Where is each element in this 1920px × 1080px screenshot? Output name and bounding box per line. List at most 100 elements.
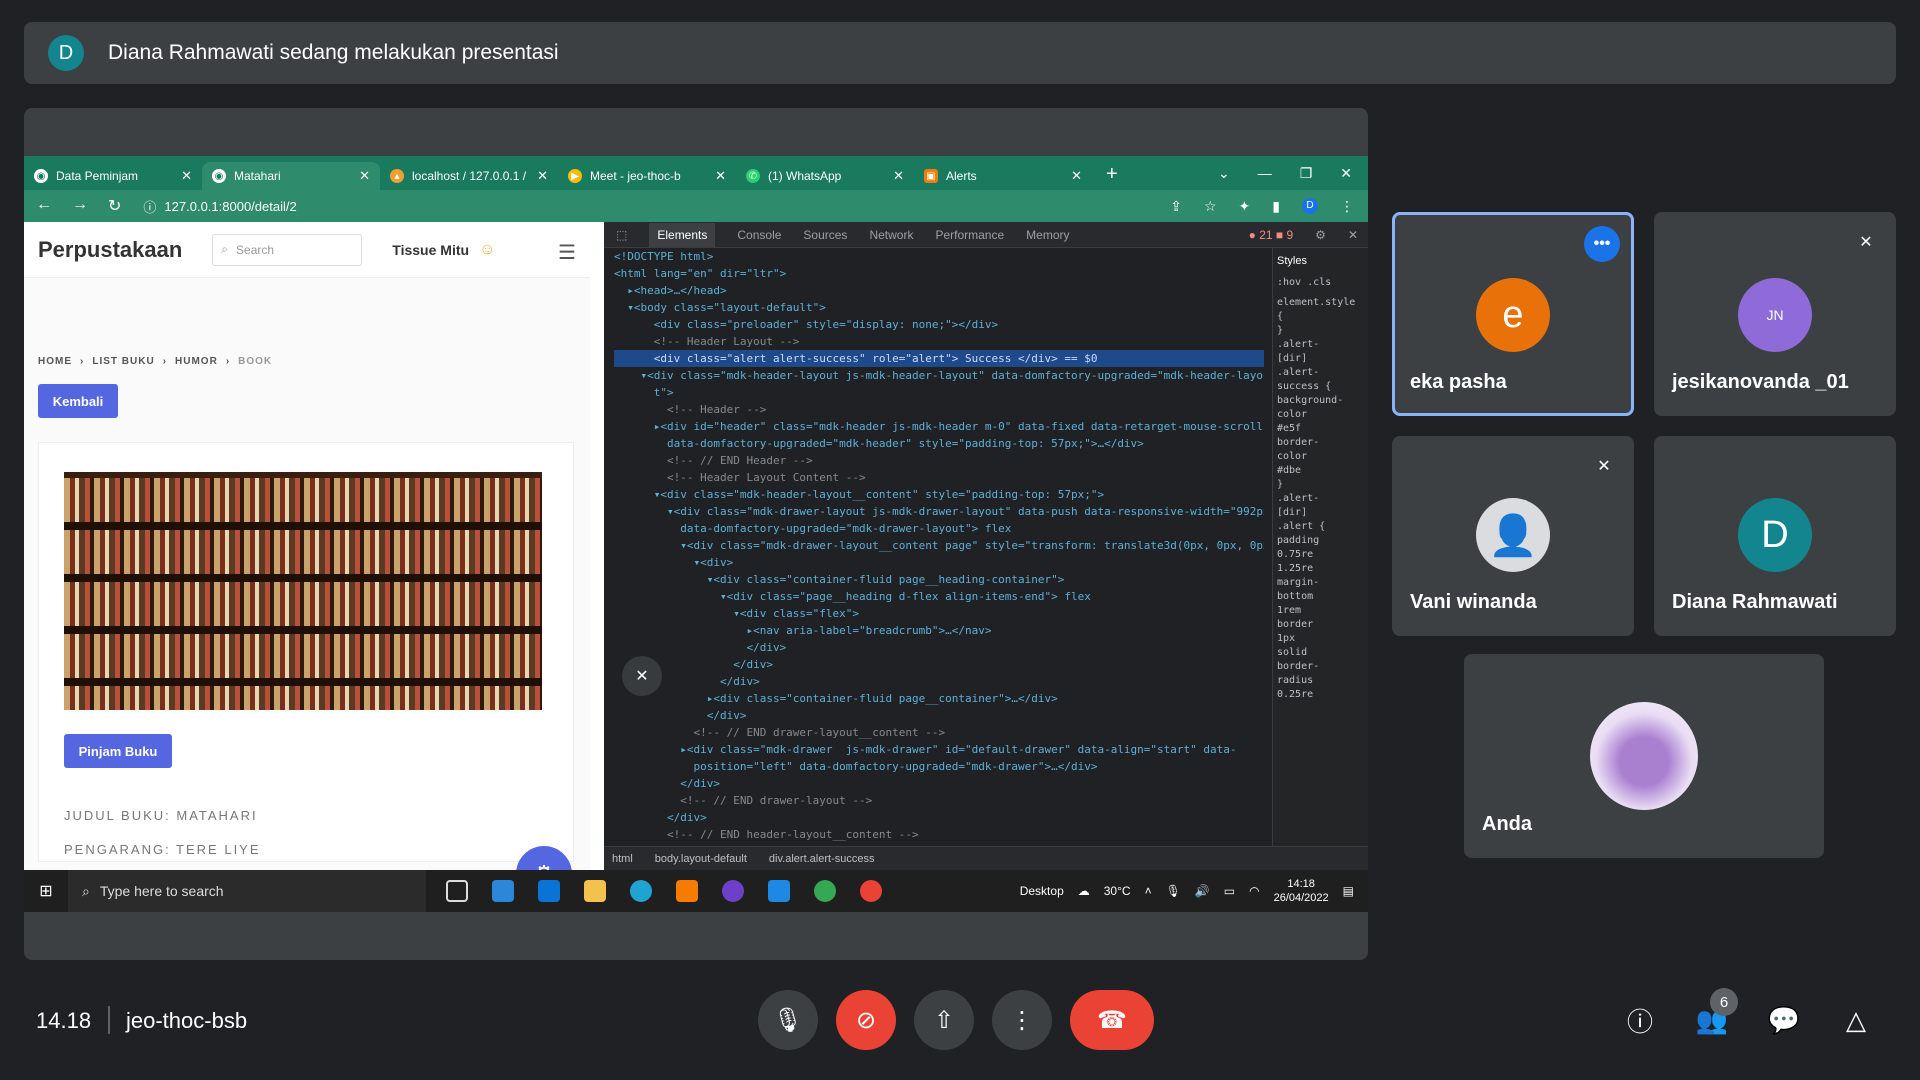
close-icon[interactable]: ✕	[1071, 168, 1082, 184]
present-button[interactable]: ⇧	[914, 990, 974, 1050]
error-count[interactable]: ● 21 ■ 9	[1249, 228, 1294, 242]
share-icon[interactable]: ⇪	[1170, 198, 1182, 215]
desktop-toolbar[interactable]: Desktop	[1020, 884, 1064, 898]
dom-node-line[interactable]: ▾<div class="page__heading d-flex align-…	[614, 588, 1264, 605]
dom-node-line[interactable]: ▸<div class="container-fluid page__conta…	[614, 690, 1264, 707]
temperature[interactable]: 30°C	[1104, 884, 1131, 898]
dom-node-line[interactable]: ▾<div class="mdk-drawer-layout__content …	[614, 537, 1264, 554]
devtools-tab-performance[interactable]: Performance	[935, 228, 1004, 242]
dom-node-line[interactable]: <!-- // END header-layout__content -->	[614, 826, 1264, 843]
back-button[interactable]: Kembali	[38, 384, 118, 418]
new-tab-button[interactable]: +	[1106, 163, 1118, 186]
microphone-button[interactable]: 🎙	[758, 990, 818, 1050]
dom-node-line[interactable]: </div>	[614, 809, 1264, 826]
participant-tile[interactable]: ✕ 👤 Vani winanda	[1392, 436, 1634, 636]
dom-node-line[interactable]: <!-- Header Layout Content -->	[614, 469, 1264, 486]
dom-node-line[interactable]: ▸<head>…</head>	[614, 282, 1264, 299]
dom-crumb[interactable]: div.alert.alert-success	[769, 853, 875, 865]
dom-node-line[interactable]: </div>	[614, 775, 1264, 792]
devtools-tab-elements[interactable]: Elements	[649, 222, 716, 247]
dom-node-line[interactable]: <!-- Header Layout -->	[614, 333, 1264, 350]
browser-tab[interactable]: ▣ Alerts ✕	[914, 162, 1092, 190]
dom-node-line[interactable]: ▾<div class="mdk-header-layout__content"…	[614, 486, 1264, 503]
dom-node-line[interactable]: ▾<div class="mdk-header-layout js-mdk-he…	[614, 367, 1264, 384]
dom-node-line[interactable]: <div class="preloader" style="display: n…	[614, 316, 1264, 333]
chrome-icon[interactable]	[814, 880, 836, 902]
file-explorer-icon[interactable]	[584, 880, 606, 902]
hamburger-icon[interactable]: ☰	[558, 240, 576, 265]
dom-node-line[interactable]: </div>	[614, 707, 1264, 724]
breadcrumb-humor[interactable]: HUMOR	[175, 356, 218, 367]
browser-tab[interactable]: ◉ Data Peminjam ✕	[24, 162, 202, 190]
close-icon[interactable]: ✕	[359, 168, 370, 184]
edge-icon[interactable]	[630, 880, 652, 902]
wifi-icon[interactable]: ◠	[1249, 884, 1259, 898]
dom-node-line[interactable]: t">	[614, 384, 1264, 401]
close-icon[interactable]: ✕	[715, 168, 726, 184]
task-view-icon[interactable]	[446, 880, 468, 902]
devtools-gear-icon[interactable]: ⚙	[1315, 228, 1326, 242]
dom-node-line[interactable]: <!-- // END drawer-layout -->	[614, 792, 1264, 809]
dom-node-line[interactable]: ▸<div class="mdk-drawer js-mdk-drawer" i…	[614, 741, 1264, 758]
taskbar-search[interactable]: ⌕ Type here to search	[68, 870, 426, 912]
dom-node-line[interactable]: ▾<div class="mdk-drawer-layout js-mdk-dr…	[614, 503, 1264, 520]
github-icon[interactable]	[722, 880, 744, 902]
activities-icon[interactable]: △	[1836, 1000, 1876, 1040]
system-clock[interactable]: 14:18 26/04/2022	[1274, 877, 1329, 905]
more-options-button[interactable]: ⋮	[992, 990, 1052, 1050]
styles-filter[interactable]: :hov .cls	[1277, 276, 1364, 290]
participant-tile[interactable]: ✕ JN jesikanovanda _01	[1654, 212, 1896, 416]
devtools-tab-memory[interactable]: Memory	[1026, 228, 1069, 242]
url-field[interactable]: 127.0.0.1:8000/detail/2	[164, 199, 296, 214]
info-icon[interactable]: ⓘ	[1620, 1000, 1660, 1040]
battery-icon[interactable]: ▭	[1224, 884, 1235, 898]
extensions-icon[interactable]: ✦	[1239, 198, 1251, 215]
dom-node-line[interactable]: <html lang="en" dir="ltr">	[614, 265, 1264, 282]
sidebar-icon[interactable]: ▮	[1272, 198, 1280, 215]
self-tile[interactable]: Anda	[1464, 654, 1824, 858]
borrow-button[interactable]: Pinjam Buku	[64, 734, 172, 768]
meeting-code[interactable]: jeo-thoc-bsb	[126, 1008, 247, 1034]
leave-call-button[interactable]: ☎	[1070, 990, 1154, 1050]
chrome-profile-icon[interactable]	[860, 880, 882, 902]
breadcrumb-list-buku[interactable]: LIST BUKU	[92, 356, 154, 367]
dom-node-line[interactable]: <!-- Header -->	[614, 401, 1264, 418]
site-brand[interactable]: Perpustakaan	[38, 237, 182, 263]
participant-tile[interactable]: ••• e eka pasha	[1392, 212, 1634, 416]
xampp-icon[interactable]	[676, 880, 698, 902]
close-icon[interactable]: ✕	[893, 168, 904, 184]
dom-node-line[interactable]: <!-- // END Header -->	[614, 452, 1264, 469]
devtools-tab-console[interactable]: Console	[737, 228, 781, 242]
dom-crumb[interactable]: body.layout-default	[655, 853, 747, 865]
dom-node-line[interactable]: </div>	[614, 656, 1264, 673]
dom-node-line[interactable]: </div>	[614, 639, 1264, 656]
dom-node-line[interactable]: data-domfactory-upgraded="mdk-drawer-lay…	[614, 520, 1264, 537]
close-icon[interactable]: ✕	[537, 168, 548, 184]
windows-start-icon[interactable]: ⊞	[24, 881, 68, 901]
star-icon[interactable]: ☆	[1204, 198, 1217, 215]
dom-node-line[interactable]: ▸<div id="header" class="mdk-header js-m…	[614, 418, 1264, 435]
profile-icon[interactable]: D	[1302, 197, 1318, 214]
dom-node-line[interactable]: ▾<div>	[614, 554, 1264, 571]
devtools-tab-sources[interactable]: Sources	[803, 228, 847, 242]
vscode-icon[interactable]	[768, 880, 790, 902]
pin-off-icon[interactable]: ✕	[622, 656, 662, 696]
dom-node-line[interactable]: <!DOCTYPE html>	[614, 248, 1264, 265]
store-icon[interactable]	[492, 880, 514, 902]
dom-node-line[interactable]: ▸<nav aria-label="breadcrumb">…</nav>	[614, 622, 1264, 639]
browser-tab[interactable]: ▴ localhost / 127.0.0.1 / ✕	[380, 162, 558, 190]
browser-tab[interactable]: ◉ Matahari ✕	[202, 162, 380, 190]
devtools-tab-network[interactable]: Network	[869, 228, 913, 242]
more-options-icon[interactable]: •••	[1584, 226, 1620, 262]
close-window-icon[interactable]: ✕	[1340, 165, 1352, 182]
browser-tab[interactable]: ▶ Meet - jeo-thoc-b ✕	[558, 162, 736, 190]
restore-icon[interactable]: ❐	[1300, 165, 1313, 182]
participant-tile[interactable]: D Diana Rahmawati	[1654, 436, 1896, 636]
chevron-down-icon[interactable]: ⌄	[1218, 165, 1230, 182]
dom-crumb[interactable]: html	[612, 853, 633, 865]
reload-icon[interactable]: ↻	[108, 196, 121, 216]
volume-icon[interactable]: 🔊	[1195, 884, 1210, 898]
dom-node-line[interactable]: <!-- // END drawer-layout__content -->	[614, 724, 1264, 741]
user-avatar[interactable]: ☺	[479, 241, 495, 259]
dom-node-line[interactable]: position="left" data-domfactory-upgraded…	[614, 758, 1264, 775]
